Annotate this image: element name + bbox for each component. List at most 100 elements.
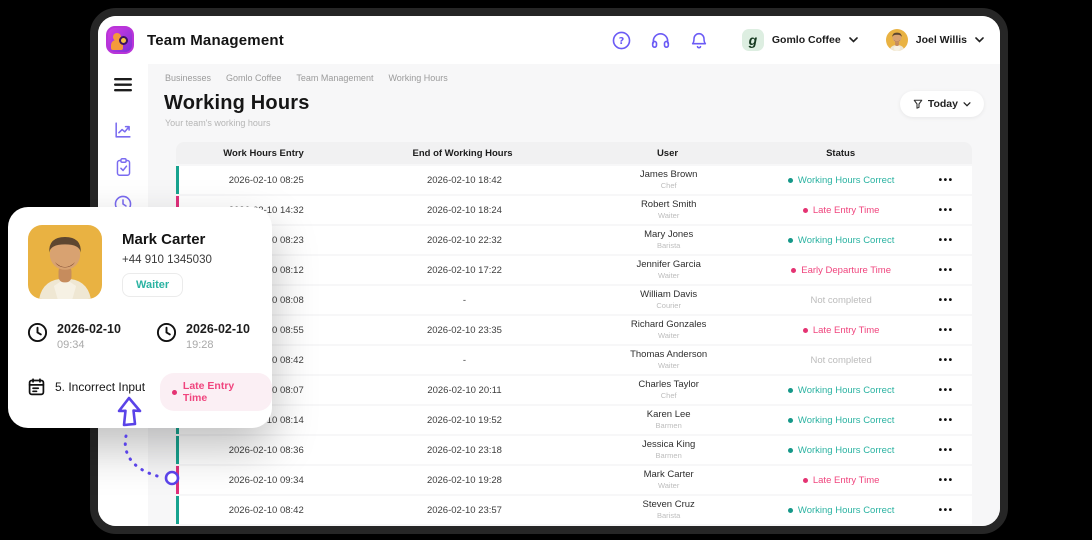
page-title: Working Hours (164, 92, 980, 115)
org-switcher[interactable]: g Gomlo Coffee (742, 29, 858, 51)
end-of-working-hours-cell: 2026-02-10 18:24 (353, 205, 575, 216)
clock-icon (156, 322, 177, 343)
row-menu-button[interactable]: ••• (920, 415, 972, 426)
user-role: Waiter (575, 361, 761, 370)
column-header: Status (761, 148, 920, 159)
reason-block: 5. Incorrect Input (27, 377, 145, 397)
row-menu-button[interactable]: ••• (920, 505, 972, 516)
end-of-working-hours-cell: 2026-02-10 19:28 (353, 475, 575, 486)
table-row[interactable]: 2026-02-10 08:42 - Thomas Anderson Waite… (176, 346, 972, 374)
user-role: Barista (575, 511, 761, 520)
status-label: Working Hours Correct (798, 415, 894, 426)
end-of-working-hours-cell: - (353, 295, 575, 306)
work-hours-entry-cell: 2026-02-10 09:34 (179, 475, 353, 486)
end-of-working-hours-cell: 2026-02-10 23:57 (353, 505, 575, 516)
notifications-bell-icon[interactable] (689, 30, 710, 51)
sidebar-item-analytics[interactable] (112, 119, 134, 141)
row-menu-button[interactable]: ••• (920, 175, 972, 186)
exit-date: 2026-02-10 (186, 322, 250, 336)
user-role: Waiter (575, 211, 761, 220)
table-row[interactable]: 2026-02-10 09:34 2026-02-10 19:28 Mark C… (176, 466, 972, 494)
table-header: Work Hours Entry End of Working Hours Us… (176, 142, 972, 164)
column-header: User (574, 148, 761, 159)
table-row[interactable]: 2026-02-10 08:14 2026-02-10 19:52 Karen … (176, 406, 972, 434)
user-avatar (886, 29, 908, 51)
user-cell: Charles Taylor Chef (575, 380, 761, 400)
user-menu[interactable]: Joel Willis (886, 29, 984, 51)
status-label: Working Hours Correct (798, 445, 894, 456)
user-cell: Richard Gonzales Waiter (575, 320, 761, 340)
table-body: 2026-02-10 08:25 2026-02-10 18:42 James … (176, 166, 972, 526)
table-row[interactable]: 2026-02-10 08:12 2026-02-10 17:22 Jennif… (176, 256, 972, 284)
user-role: Waiter (575, 481, 761, 490)
calendar-icon (27, 377, 46, 397)
org-name: Gomlo Coffee (772, 34, 841, 46)
content-area: Businesses Gomlo Coffee Team Management … (148, 64, 1000, 526)
user-name: James Brown (575, 170, 761, 180)
date-filter-button[interactable]: Today (900, 91, 984, 117)
table-row[interactable]: 2026-02-10 08:42 2026-02-10 23:57 Steven… (176, 496, 972, 524)
entry-time-block: 2026-02-10 09:34 (27, 322, 121, 351)
table-row[interactable]: 2026-02-10 08:25 2026-02-10 18:42 James … (176, 166, 972, 194)
row-menu-button[interactable]: ••• (920, 445, 972, 456)
sidebar-item-tasks[interactable] (112, 156, 134, 178)
user-cell: Robert Smith Waiter (575, 200, 761, 220)
end-of-working-hours-cell: - (353, 355, 575, 366)
breadcrumb-item[interactable]: Team Management (296, 73, 373, 83)
table-row[interactable]: 2026-02-10 08:07 2026-02-10 20:11 Charle… (176, 376, 972, 404)
exit-time-block: 2026-02-10 19:28 (156, 322, 250, 351)
help-icon[interactable]: ? (611, 30, 632, 51)
work-hours-entry-cell: 2026-02-10 08:36 (179, 445, 353, 456)
employee-profile-card: Mark Carter +44 910 1345030 Waiter 2026-… (8, 207, 272, 428)
row-menu-button[interactable]: ••• (920, 265, 972, 276)
row-menu-button[interactable]: ••• (920, 385, 972, 396)
status-cell: Working Hours Correct (762, 235, 921, 246)
end-of-working-hours-cell: 2026-02-10 20:11 (353, 385, 575, 396)
breadcrumb-item[interactable]: Working Hours (388, 73, 447, 83)
end-of-working-hours-cell: 2026-02-10 23:35 (353, 325, 575, 336)
row-menu-button[interactable]: ••• (920, 205, 972, 216)
table-row[interactable]: 2026-02-10 08:23 2026-02-10 22:32 Mary J… (176, 226, 972, 254)
breadcrumb-item[interactable]: Gomlo Coffee (226, 73, 281, 83)
user-name: Karen Lee (575, 410, 761, 420)
row-menu-button[interactable]: ••• (920, 475, 972, 486)
user-name: Mark Carter (575, 470, 761, 480)
row-menu-button[interactable]: ••• (920, 235, 972, 246)
table-row[interactable]: 2026-02-10 08:55 2026-02-10 23:35 Richar… (176, 316, 972, 344)
user-name: Jessica King (575, 440, 761, 450)
support-headset-icon[interactable] (650, 30, 671, 51)
status-dot-icon (788, 238, 793, 243)
row-menu-button[interactable]: ••• (920, 325, 972, 336)
status-cell: Not completed (762, 295, 921, 306)
user-role: Waiter (575, 271, 761, 280)
row-menu-button[interactable]: ••• (920, 295, 972, 306)
table-row[interactable]: 2026-02-10 14:32 2026-02-10 18:24 Robert… (176, 196, 972, 224)
role-badge: Waiter (122, 273, 183, 297)
status-dot-icon (788, 178, 793, 183)
end-of-working-hours-cell: 2026-02-10 19:52 (353, 415, 575, 426)
table-row[interactable]: 2026-02-10 08:36 2026-02-10 23:18 Jessic… (176, 436, 972, 464)
end-of-working-hours-cell: 2026-02-10 22:32 (353, 235, 575, 246)
status-cell: Working Hours Correct (762, 385, 921, 396)
user-role: Barmen (575, 421, 761, 430)
user-role: Courier (575, 301, 761, 310)
app-logo-icon (106, 26, 134, 54)
user-role: Barista (575, 241, 761, 250)
user-cell: Steven Cruz Barista (575, 500, 761, 520)
user-name: Jennifer Garcia (575, 260, 761, 270)
status-cell: Not completed (762, 355, 921, 366)
status-cell: Late Entry Time (762, 475, 921, 486)
status-cell: Late Entry Time (762, 325, 921, 336)
user-cell: Mary Jones Barista (575, 230, 761, 250)
status-label: Working Hours Correct (798, 235, 894, 246)
user-cell: William Davis Courier (575, 290, 761, 310)
status-cell: Early Departure Time (762, 265, 921, 276)
table-row[interactable]: 2026-02-10 08:08 - William Davis Courier… (176, 286, 972, 314)
org-logo-icon: g (742, 29, 764, 51)
user-name: Steven Cruz (575, 500, 761, 510)
user-name: Robert Smith (575, 200, 761, 210)
status-cell: Late Entry Time (762, 205, 921, 216)
breadcrumb-item[interactable]: Businesses (165, 73, 211, 83)
sidebar-menu-toggle[interactable] (112, 74, 134, 96)
row-menu-button[interactable]: ••• (920, 355, 972, 366)
